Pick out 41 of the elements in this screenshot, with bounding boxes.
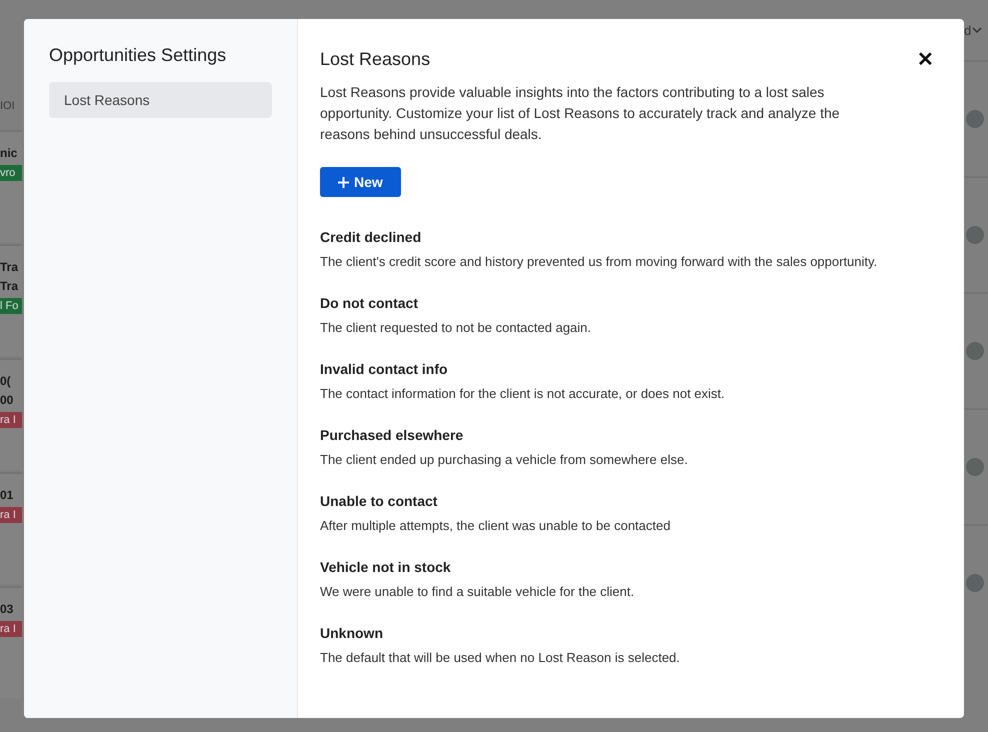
- background-text: d: [964, 22, 972, 38]
- background-text: Tra: [0, 279, 20, 293]
- reason-description: The client requested to not be contacted again.: [320, 320, 592, 335]
- background-text: 01: [0, 488, 14, 502]
- reason-description: The default that will be used when no Lost Reason is selected.: [320, 650, 681, 665]
- background-tag: ra I: [0, 621, 22, 637]
- background-tag: vro: [0, 165, 22, 181]
- sidebar-title: Opportunities Settings: [49, 45, 228, 66]
- reason-name: Credit declined: [320, 229, 422, 245]
- reason-name: Unknown: [320, 625, 384, 641]
- reason-name: Do not contact: [320, 295, 419, 311]
- plus-icon: [338, 176, 349, 188]
- background-header-text: IOI: [0, 100, 16, 114]
- background-text: Tra: [0, 260, 20, 274]
- reason-description: The client ended up purchasing a vehicle from somewhere else.: [320, 452, 689, 467]
- sidebar-item[interactable]: Lost Reasons: [49, 82, 272, 118]
- background-tag: ra I: [0, 412, 22, 428]
- avatar-icon: [966, 110, 984, 128]
- reason-name: Unable to contact: [320, 493, 438, 509]
- chevron-down-icon: [972, 26, 982, 34]
- background-tag: l Fo: [0, 298, 22, 314]
- background-text: 00: [0, 393, 14, 407]
- reason-description: The client's credit score and history prevented us from moving forward with the sales opportunity.: [320, 254, 878, 269]
- reason-description: After multiple attempts, the client was unable to be contacted: [320, 518, 672, 533]
- description-text: Lost Reasons provide valuable insights into the factors contributing to a lost sales opportunity. Customize your list of Lost Reasons to accurately track and analyze the reasons behind unsuccessful deals.: [320, 83, 841, 144]
- new-button[interactable]: New: [320, 167, 401, 197]
- reason-name: Purchased elsewhere: [320, 427, 464, 443]
- avatar-icon: [966, 226, 984, 244]
- dialog-title: Lost Reasons: [320, 49, 430, 70]
- background-text: nic: [0, 146, 18, 160]
- avatar-icon: [966, 458, 984, 476]
- background-tag: ra I: [0, 507, 22, 523]
- avatar-icon: [966, 342, 984, 360]
- reason-description: We were unable to find a suitable vehicle for the client.: [320, 584, 636, 599]
- close-button[interactable]: ✕: [909, 47, 942, 72]
- avatar-icon: [966, 574, 984, 592]
- reason-name: Invalid contact info: [320, 361, 449, 377]
- background-text: 03: [0, 602, 14, 616]
- reason-description: The contact information for the client is not accurate, or does not exist.: [320, 386, 726, 401]
- reason-name: Vehicle not in stock: [320, 559, 452, 575]
- background-text: 0(: [0, 374, 12, 388]
